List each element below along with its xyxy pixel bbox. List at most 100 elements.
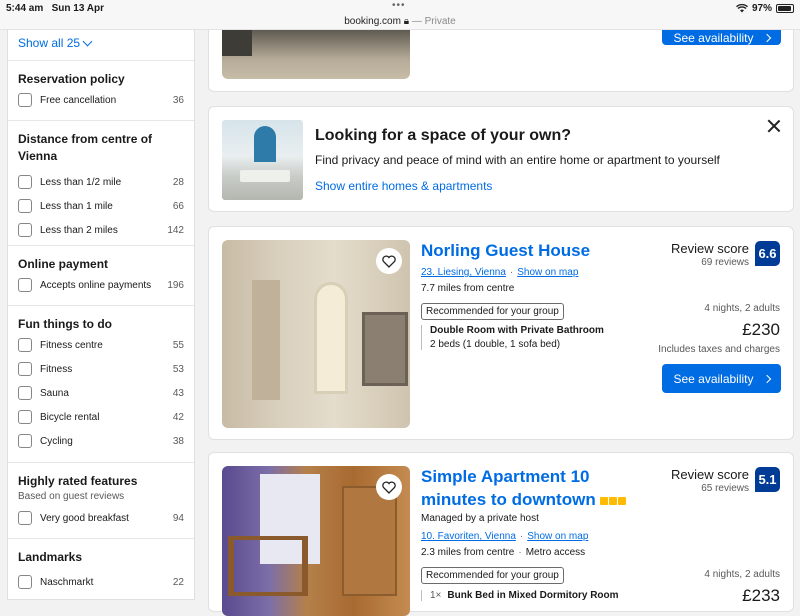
filter-option[interactable]: Naschmarkt 22 [18, 570, 184, 594]
filter-option[interactable]: Fitness 53 [18, 357, 184, 381]
checkbox[interactable] [18, 199, 32, 213]
star-icon [599, 496, 608, 505]
star-icon [608, 496, 617, 505]
property-photo[interactable] [222, 240, 410, 428]
district-link[interactable]: 23. Liesing, Vienna [421, 267, 506, 278]
chevron-right-icon [762, 374, 771, 383]
review-score[interactable]: Review score 69 reviews 6.6 [671, 241, 780, 268]
filter-option[interactable]: Cycling 38 [18, 429, 184, 453]
status-bar: 5:44 am Sun 13 Apr ••• booking.com 🔒︎ — … [0, 0, 800, 30]
chevron-down-icon [82, 36, 93, 46]
close-icon[interactable] [767, 119, 781, 133]
property-photo[interactable] [222, 30, 410, 79]
filter-option[interactable]: Less than 2 miles 142 [18, 218, 184, 242]
score-badge: 5.1 [755, 467, 780, 492]
price: £233 [742, 586, 780, 605]
stay-details: 4 nights, 2 adults [704, 303, 780, 314]
domain-label: booking.com [344, 16, 401, 27]
price-block: 4 nights, 2 adults £230 Includes taxes a… [658, 303, 780, 355]
filter-title: Reservation policy [18, 72, 125, 86]
checkbox[interactable] [18, 278, 32, 292]
address-bar[interactable]: booking.com 🔒︎ — Private [0, 16, 800, 27]
filter-option[interactable]: Accepts online payments 196 [18, 273, 184, 297]
promo-photo [222, 120, 303, 200]
lock-icon: 🔒︎ [403, 16, 410, 27]
property-location: 10. Favoriten, Vienna · Show on map [421, 531, 589, 542]
district-link[interactable]: 10. Favoriten, Vienna [421, 531, 516, 542]
filter-title: Highly rated features [18, 474, 138, 488]
show-all-link[interactable]: Show all 25 [18, 36, 93, 50]
checkbox[interactable] [18, 434, 32, 448]
filter-landmarks: Landmarks Naschmarkt 22 [8, 538, 194, 600]
room-info: Double Room with Private Bathroom 2 beds… [421, 325, 604, 350]
battery-percent: 97% [751, 3, 772, 14]
property-card: Simple Apartment 10 minutes to downtown … [208, 452, 794, 616]
wifi-icon [735, 4, 748, 13]
review-label: Review score [670, 241, 749, 256]
price-block: 4 nights, 2 adults £233 [704, 569, 780, 606]
review-label: Review score [670, 467, 749, 482]
promo-text: Find privacy and peace of mind with an e… [315, 153, 720, 167]
filter-option[interactable]: Less than 1 mile 66 [18, 194, 184, 218]
filter-option[interactable]: Very good breakfast 94 [18, 506, 184, 530]
show-on-map-link[interactable]: Show on map [517, 267, 578, 278]
filter-highly-rated: Highly rated features Based on guest rev… [8, 462, 194, 538]
checkbox[interactable] [18, 511, 32, 525]
recommended-badge: Recommended for your group [421, 303, 564, 320]
see-availability-button[interactable]: See availability [662, 30, 781, 45]
filter-option[interactable]: Sauna 43 [18, 381, 184, 405]
filter-option[interactable]: Fitness centre 55 [18, 333, 184, 357]
heart-icon[interactable] [376, 474, 402, 500]
property-photo[interactable] [222, 466, 410, 616]
filters-sidebar: Show all 25 Reservation policy Free canc… [7, 30, 195, 600]
filter-option[interactable]: Free cancellation 36 [18, 88, 184, 112]
score-badge: 6.6 [755, 241, 780, 266]
room-info: 1× Bunk Bed in Mixed Dormitory Room [421, 590, 619, 601]
filter-subtitle: Based on guest reviews [18, 491, 125, 502]
property-title[interactable]: Norling Guest House [421, 239, 590, 262]
checkbox[interactable] [18, 223, 32, 237]
heart-icon[interactable] [376, 248, 402, 274]
property-card-previous: See availability [208, 30, 794, 92]
distance-text: 7.7 miles from centre [421, 283, 515, 294]
promo-title: Looking for a space of your own? [315, 127, 572, 144]
review-count: 65 reviews [701, 483, 749, 494]
promo-card: Looking for a space of your own? Find pr… [208, 106, 794, 212]
chevron-right-icon [762, 33, 771, 42]
filter-reservation-policy: Reservation policy Free cancellation 36 [8, 60, 194, 120]
filter-option[interactable]: Bicycle rental 42 [18, 405, 184, 429]
recommended-badge: Recommended for your group [421, 567, 564, 584]
host-text: Managed by a private host [421, 513, 539, 524]
checkbox[interactable] [18, 362, 32, 376]
see-availability-button[interactable]: See availability [662, 364, 781, 393]
filter-title: Online payment [18, 257, 109, 271]
taxes-note: Includes taxes and charges [658, 344, 780, 355]
filter-title: Distance from centre of Vienna [18, 132, 153, 163]
review-count: 69 reviews [701, 257, 749, 268]
checkbox[interactable] [18, 338, 32, 352]
show-on-map-link[interactable]: Show on map [527, 531, 588, 542]
show-entire-homes-link[interactable]: Show entire homes & apartments [315, 179, 492, 193]
filter-option[interactable]: Less than 1/2 mile 28 [18, 170, 184, 194]
clock: 5:44 am Sun 13 Apr [6, 3, 105, 14]
room-name: Double Room with Private Bathroom [430, 325, 604, 336]
property-title[interactable]: Simple Apartment 10 minutes to downtown [421, 465, 626, 511]
stay-details: 4 nights, 2 adults [704, 569, 780, 580]
property-card: Norling Guest House 23. Liesing, Vienna ·… [208, 226, 794, 440]
star-icon [617, 496, 626, 505]
property-location: 23. Liesing, Vienna · Show on map [421, 267, 579, 278]
distance-text: 2.3 miles from centre · Metro access [421, 547, 586, 558]
filter-fun-things: Fun things to do Fitness centre 55 Fitnes… [8, 305, 194, 462]
checkbox[interactable] [18, 386, 32, 400]
status-icons: 97% [735, 3, 794, 14]
room-beds: 2 beds (1 double, 1 sofa bed) [430, 339, 561, 350]
checkbox[interactable] [18, 575, 32, 589]
checkbox[interactable] [18, 93, 32, 107]
filter-title: Landmarks [18, 550, 83, 564]
review-score[interactable]: Review score 65 reviews 5.1 [671, 467, 780, 494]
filter-online-payment: Online payment Accepts online payments 19… [8, 245, 194, 305]
checkbox[interactable] [18, 175, 32, 189]
private-label: — Private [411, 16, 456, 27]
checkbox[interactable] [18, 410, 32, 424]
tab-dots[interactable]: ••• [392, 0, 406, 11]
